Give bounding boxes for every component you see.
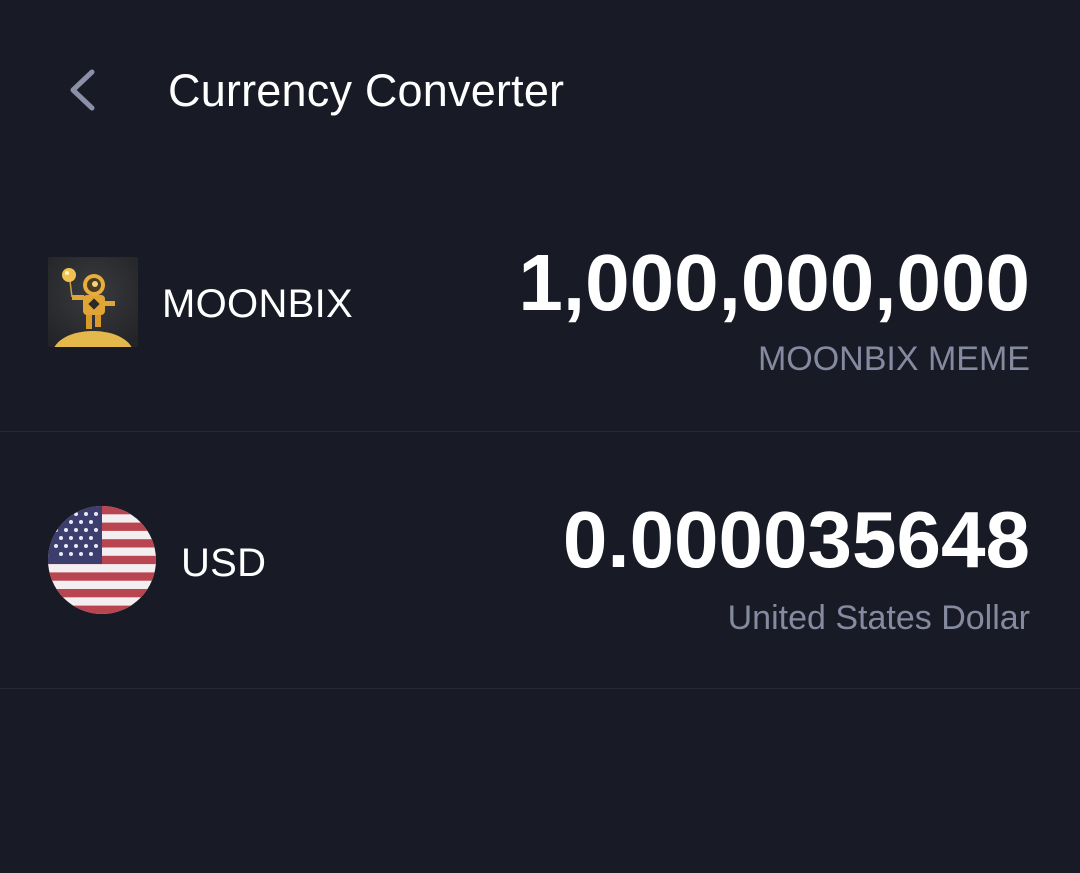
back-button[interactable] [52,58,116,122]
currency-code: USD [181,541,267,585]
amount-value[interactable]: 0.000035648 [563,495,1030,585]
currency-row-moonbix[interactable]: MOONBIX 1,000,000,000 MOONBIX MEME [0,176,1080,431]
page-title: Currency Converter [168,65,565,116]
moonbix-token-icon [48,257,138,347]
currency-code: MOONBIX [162,282,354,326]
row-divider [0,688,1080,689]
us-flag-icon [48,506,156,614]
row-divider [0,431,1080,432]
currency-row-usd[interactable]: USD 0.000035648 United States Dollar [0,433,1080,688]
currency-name: MOONBIX MEME [757,340,1030,378]
app-header: Currency Converter [0,0,1080,185]
amount-value[interactable]: 1,000,000,000 [518,238,1030,328]
chevron-left-icon [70,69,95,111]
currency-name: United States Dollar [727,599,1030,637]
